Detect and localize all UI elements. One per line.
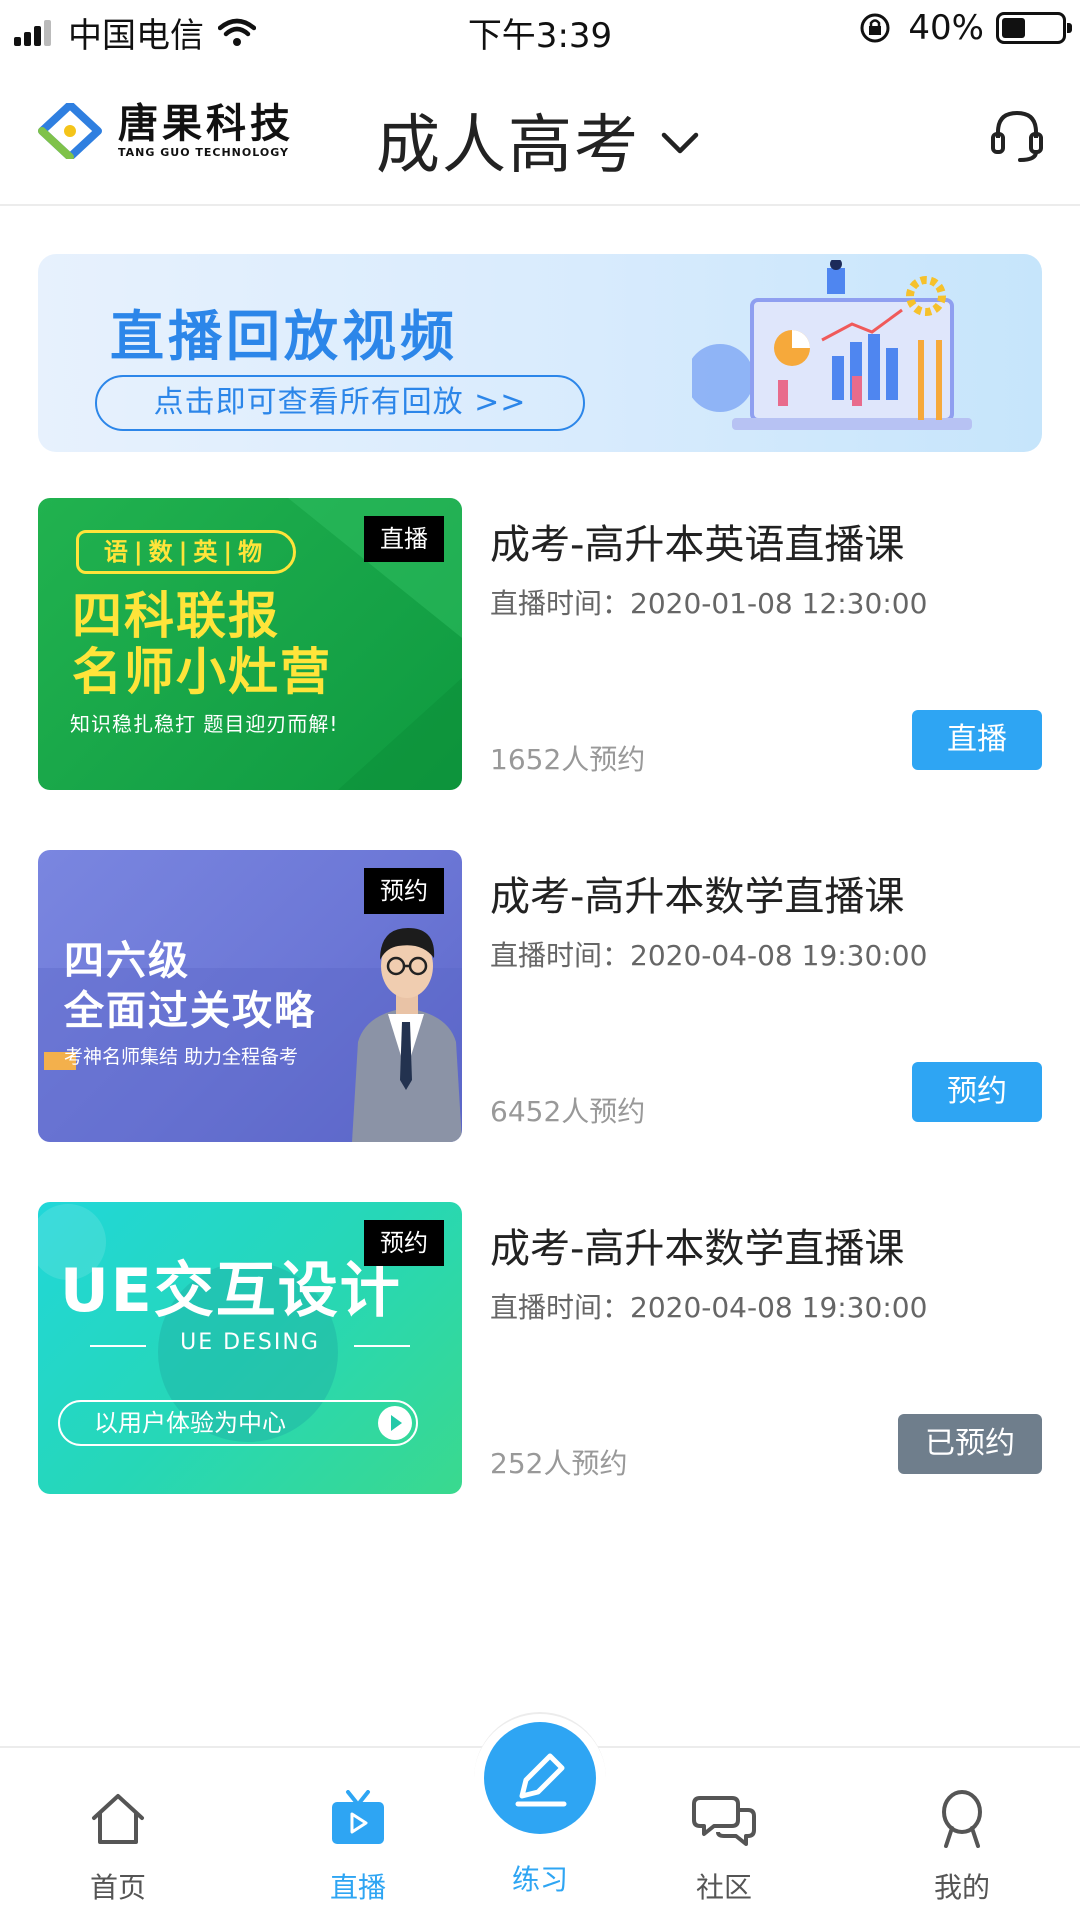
status-bar: 中国电信 下午3:39 40%: [0, 0, 1080, 60]
headset-icon[interactable]: [990, 108, 1044, 164]
thumbnail-line2: 名师小灶营: [72, 643, 332, 701]
thumbnail-headline: 四科联报 名师小灶营: [72, 588, 332, 700]
pencil-icon: [515, 1753, 567, 1807]
tab-mine-label: 我的: [933, 1871, 990, 1904]
rotation-lock-icon: [860, 13, 890, 43]
tab-home-label: 首页: [89, 1871, 146, 1904]
tab-community-label: 社区: [695, 1871, 752, 1904]
home-icon: [92, 1794, 144, 1844]
tab-live-label: 直播: [329, 1871, 386, 1904]
category-selector[interactable]: 成人高考: [376, 94, 700, 186]
thumbnail-line1: UE交互设计: [60, 1256, 402, 1326]
status-badge: 直播: [364, 516, 444, 562]
play-icon: [378, 1406, 412, 1440]
reserve-button[interactable]: 预约: [912, 1062, 1042, 1122]
status-badge: 预约: [364, 868, 444, 914]
thumbnail-subtitle: 以用户体验为中心: [94, 1409, 286, 1437]
course-title[interactable]: 成考-高升本数学直播课: [490, 1216, 904, 1274]
tab-mine[interactable]: 我的: [902, 1790, 1022, 1906]
replay-banner[interactable]: 直播回放视频 点击即可查看所有回放 >>: [38, 254, 1042, 452]
thumbnail-rule-right: [354, 1345, 410, 1347]
course-title[interactable]: 成考-高升本数学直播课: [490, 864, 904, 922]
banner-illustration: [692, 260, 972, 430]
course-time: 直播时间：2020-04-08 19:30:00: [490, 939, 928, 972]
thumbnail-pill: 以用户体验为中心: [58, 1400, 418, 1446]
thumbnail-line2: UE DESING: [180, 1330, 320, 1355]
chat-icon: [692, 1796, 756, 1846]
course-time: 直播时间：2020-01-08 12:30:00: [490, 587, 928, 620]
banner-title: 直播回放视频: [110, 305, 458, 368]
app-header: 唐果科技 TANG GUO TECHNOLOGY 成人高考: [0, 60, 1080, 206]
view-replays-button[interactable]: 点击即可查看所有回放 >>: [95, 375, 585, 431]
course-card[interactable]: 语|数|英|物 四科联报 名师小灶营 知识稳扎稳打 题目迎刃而解! 直播 成考-…: [38, 498, 1042, 790]
teacher-portrait: [352, 928, 462, 1142]
reservation-count: 252人预约: [490, 1447, 628, 1480]
thumbnail-subtitle: 考神名师集结 助力全程备考: [64, 1046, 299, 1068]
chevron-down-icon: [661, 132, 699, 154]
reservation-count: 6452人预约: [490, 1095, 646, 1128]
battery-fill: [1002, 18, 1026, 38]
live-button[interactable]: 直播: [912, 710, 1042, 770]
tab-live[interactable]: 直播: [298, 1790, 418, 1906]
course-thumbnail[interactable]: UE交互设计 UE DESING 以用户体验为中心 预约: [38, 1202, 462, 1494]
reserved-button[interactable]: 已预约: [898, 1414, 1042, 1474]
logo-name: 唐果科技: [118, 101, 294, 147]
tab-home[interactable]: 首页: [58, 1790, 178, 1906]
thumbnail-subtitle: 知识稳扎稳打 题目迎刃而解!: [70, 712, 339, 736]
course-time: 直播时间：2020-04-08 19:30:00: [490, 1291, 928, 1324]
tv-play-icon: [332, 1790, 384, 1844]
thumbnail-line2: 全面过关攻略: [64, 988, 316, 1034]
practice-button[interactable]: [484, 1722, 596, 1834]
thumbnail-line1: 四科联报: [72, 587, 280, 645]
reservation-count: 1652人预约: [490, 743, 646, 776]
battery-percent: 40%: [908, 8, 984, 48]
thumbnail-subjects: 语|数|英|物: [76, 530, 296, 574]
logo-icon: [38, 102, 102, 159]
page-title: 成人高考: [376, 109, 640, 183]
tab-practice-label[interactable]: 练习: [480, 1858, 600, 1898]
status-badge: 预约: [364, 1220, 444, 1266]
battery-icon: [996, 12, 1072, 44]
course-thumbnail[interactable]: 四六级 全面过关攻略 考神名师集结 助力全程备考 预约: [38, 850, 462, 1142]
logo-tagline: TANG GUO TECHNOLOGY: [118, 146, 289, 159]
status-right: 40%: [858, 8, 1072, 48]
course-title[interactable]: 成考-高升本英语直播课: [490, 512, 904, 570]
course-card[interactable]: 四六级 全面过关攻略 考神名师集结 助力全程备考 预约 成考-高升本数学直播课 …: [38, 850, 1042, 1142]
user-icon: [942, 1790, 982, 1848]
course-thumbnail[interactable]: 语|数|英|物 四科联报 名师小灶营 知识稳扎稳打 题目迎刃而解! 直播: [38, 498, 462, 790]
tab-community[interactable]: 社区: [664, 1790, 784, 1906]
course-card[interactable]: UE交互设计 UE DESING 以用户体验为中心 预约 成考-高升本数学直播课…: [38, 1202, 1042, 1494]
brand-logo[interactable]: 唐果科技 TANG GUO TECHNOLOGY: [36, 102, 294, 159]
